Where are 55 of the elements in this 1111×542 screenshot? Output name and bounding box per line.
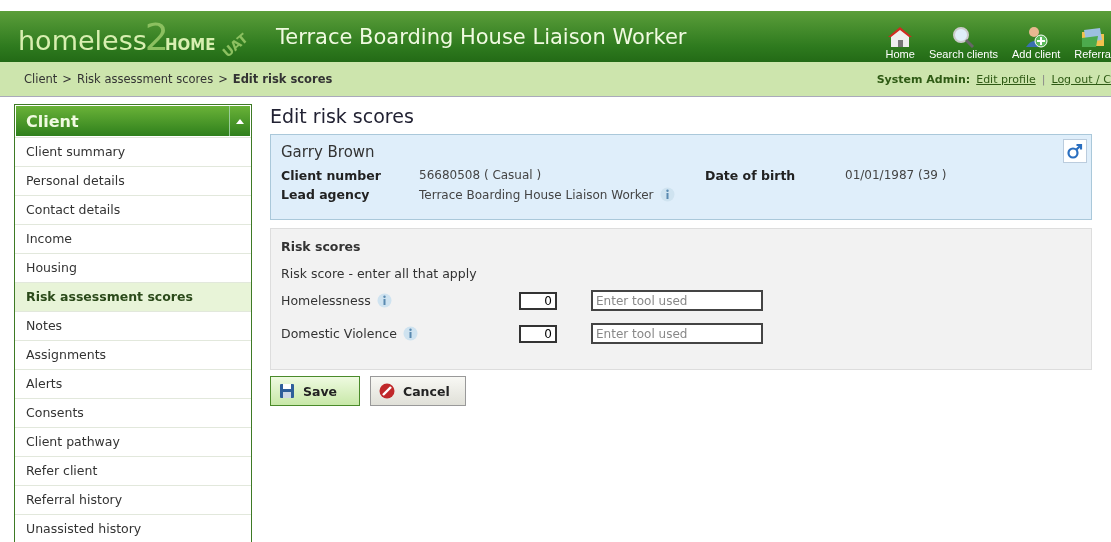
account-link[interactable]: Log out / C <box>1051 72 1111 86</box>
section-title: Risk scores <box>281 239 362 254</box>
info-icon[interactable] <box>376 293 392 308</box>
field-value: 01/01/1987 (39 ) <box>845 168 948 183</box>
field-label: Date of birth <box>705 168 797 183</box>
account-link[interactable]: Edit profile <box>976 72 1036 86</box>
field-label: Lead agency <box>281 187 371 202</box>
field-value: 56680508 ( Casual ) <box>419 168 543 183</box>
breadcrumb-item: Edit risk scores <box>232 72 333 86</box>
nav-link[interactable]: Search clients <box>928 26 998 62</box>
page-title: Edit risk scores <box>270 104 415 129</box>
cancel-button[interactable]: Cancel <box>370 376 466 406</box>
sidebar-item[interactable]: Risk assessment scores <box>15 282 251 311</box>
sidebar-item[interactable]: Alerts <box>15 369 251 398</box>
risk-label: Homelessness <box>281 293 371 308</box>
sidebar-item[interactable]: Client summary <box>15 137 251 166</box>
breadcrumb-item[interactable]: Risk assessment scores <box>76 72 214 86</box>
breadcrumb-separator: > <box>218 72 228 86</box>
field-label: Client number <box>281 168 382 183</box>
sidebar-item[interactable]: Referral history <box>15 485 251 514</box>
nav-link[interactable]: Add client <box>1012 26 1061 62</box>
house-icon <box>887 26 914 48</box>
logo-word: homeless <box>18 24 147 56</box>
male-icon <box>1063 139 1087 163</box>
nav-link[interactable]: Referra <box>1074 26 1111 62</box>
link-separator: | <box>1041 72 1046 86</box>
breadcrumb-item[interactable]: Client <box>24 72 58 86</box>
score-field[interactable]: 0 <box>519 324 557 343</box>
nav-link[interactable]: Home <box>885 26 915 62</box>
sidebar-item[interactable]: Notes <box>15 311 251 340</box>
score-field[interactable]: 0 <box>519 291 557 310</box>
user-label: System Admin: <box>876 72 971 86</box>
instruction-text: Risk score - enter all that apply <box>281 266 478 281</box>
sidebar-item[interactable]: Refer client <box>15 456 251 485</box>
risk-label: Domestic Violence <box>281 326 397 341</box>
sidebar-item[interactable]: Income <box>15 224 251 253</box>
folder-icon <box>1079 26 1106 48</box>
cancel-icon <box>379 383 395 399</box>
sidebar-item[interactable]: Unassisted history <box>15 514 251 542</box>
info-icon[interactable] <box>402 326 418 341</box>
tool-field[interactable]: Enter tool used <box>591 323 763 344</box>
sidebar-item[interactable]: Consents <box>15 398 251 427</box>
app-title: Terrace Boarding House Liaison Worker <box>276 24 688 49</box>
sidebar-item[interactable]: Contact details <box>15 195 251 224</box>
field-value: Terrace Boarding House Liaison Worker <box>419 187 654 202</box>
sidebar-item[interactable]: Client pathway <box>15 427 251 456</box>
person-add-icon <box>1024 26 1049 48</box>
save-button[interactable]: Save <box>270 376 360 406</box>
tool-field[interactable]: Enter tool used <box>591 290 763 311</box>
search-icon <box>951 26 976 48</box>
sidebar-item[interactable]: Personal details <box>15 166 251 195</box>
breadcrumb-separator: > <box>62 72 72 86</box>
info-icon[interactable] <box>659 187 675 202</box>
sidebar-item[interactable]: Assignments <box>15 340 251 369</box>
client-name: Garry Brown <box>281 143 375 161</box>
